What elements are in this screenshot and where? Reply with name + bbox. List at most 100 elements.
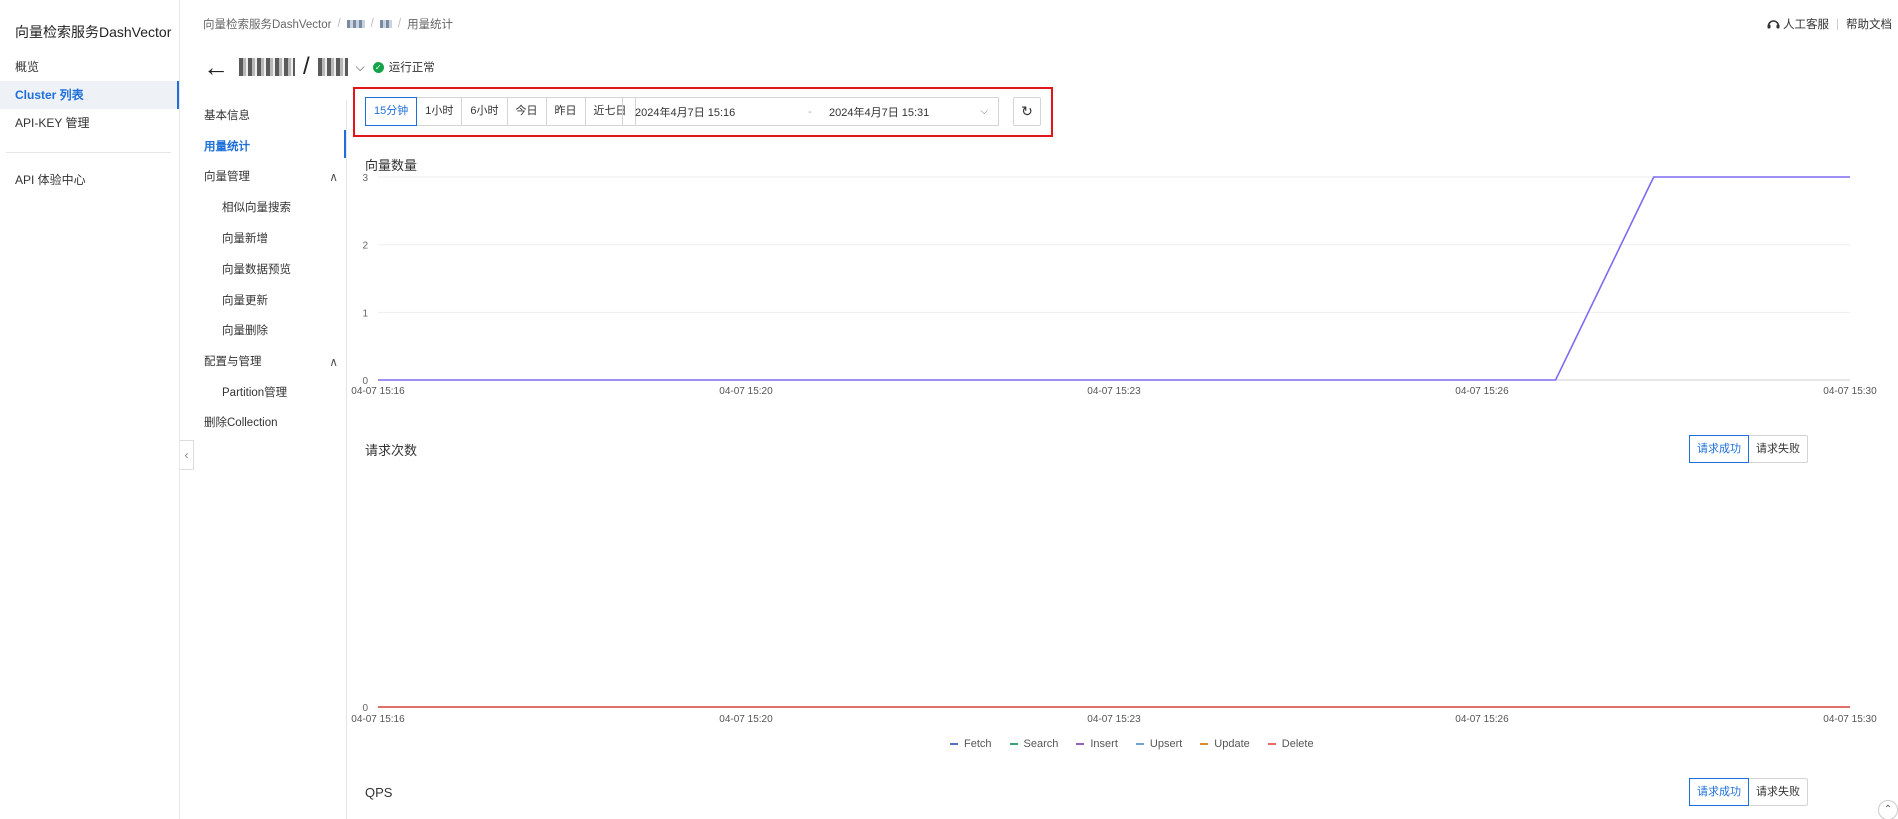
link-divider: [1837, 18, 1838, 30]
date-separator: -: [808, 105, 812, 118]
subnav-item-vector-insert[interactable]: 向量新增: [190, 226, 346, 252]
breadcrumb: 向量检索服务DashVector / / / 用量统计: [203, 16, 453, 32]
date-range-picker[interactable]: 2024年4月7日 15:16 - 2024年4月7日 15:31 ⌵: [622, 97, 999, 126]
breadcrumb-cluster-redacted[interactable]: [346, 20, 365, 28]
legend-swatch: [1135, 743, 1144, 745]
legend-item-fetch[interactable]: Fetch: [950, 738, 992, 750]
legend-item-upsert[interactable]: Upsert: [1135, 738, 1183, 750]
subnav-item-vector-update[interactable]: 向量更新: [190, 288, 346, 314]
subnav-group-vector-manage[interactable]: 向量管理 ∧: [190, 164, 346, 190]
time-range-selector: 15分钟 1小时 6小时 今日 昨日 近七日: [365, 97, 636, 126]
legend-swatch: [1076, 743, 1085, 745]
refresh-icon: ↻: [1021, 103, 1033, 119]
sidebar-divider: [6, 152, 171, 153]
chevron-down-icon: ⌵: [980, 106, 988, 117]
legend-label: Search: [1023, 738, 1059, 750]
help-docs-link[interactable]: 帮助文档: [1846, 16, 1892, 32]
breadcrumb-separator: /: [370, 18, 374, 30]
range-today-button[interactable]: 今日: [507, 98, 547, 125]
status-text: 运行正常: [388, 62, 435, 74]
sidebar-item-cluster-list[interactable]: Cluster 列表: [0, 81, 179, 109]
vector-count-chart: 012304-07 15:16 04-07 15:20 04-07 15:23 04-…: [351, 173, 1877, 397]
request-fail-button[interactable]: 请求失败: [1749, 436, 1807, 462]
chart-title-request-count: 请求次数: [365, 443, 418, 458]
x-tick-label: 04-07 15:16: [351, 386, 405, 397]
legend-swatch: [1200, 743, 1209, 745]
legend-label: Delete: [1281, 738, 1314, 750]
collection-name-redacted: [317, 58, 348, 76]
support-link[interactable]: 人工客服: [1767, 16, 1829, 32]
page-title-row: ← / ⌵ ✓ 运行正常: [203, 52, 435, 82]
brand-title: 向量检索服务DashVector: [15, 24, 172, 40]
range-15min-button[interactable]: 15分钟: [365, 97, 418, 126]
request-status-toggle: 请求成功 请求失败: [1689, 435, 1808, 463]
chevron-left-icon: ‹: [184, 448, 189, 462]
range-1h-button[interactable]: 1小时: [417, 98, 463, 125]
subnav-item-data-preview[interactable]: 向量数据预览: [190, 257, 346, 283]
breadcrumb-current: 用量统计: [407, 19, 454, 31]
app-window: 向量检索服务DashVector 概览 Cluster 列表 API-KEY 管…: [0, 0, 1898, 819]
x-tick-label: 04-07 15:16: [351, 714, 405, 725]
x-tick-label: 04-07 15:20: [719, 386, 773, 397]
x-tick-label: 04-07 15:20: [719, 714, 773, 725]
y-tick-label: 1: [362, 308, 368, 319]
sidebar: 向量检索服务DashVector 概览 Cluster 列表 API-KEY 管…: [0, 0, 180, 819]
collapse-sidebar-button[interactable]: ‹: [180, 440, 194, 470]
breadcrumb-separator: /: [337, 18, 341, 30]
legend-item-insert[interactable]: Insert: [1076, 738, 1118, 750]
legend-swatch: [950, 743, 958, 745]
request-count-chart: 004-07 15:16 04-07 15:20 04-07 15:23 04-07 …: [351, 703, 1877, 725]
request-chart-legend: Fetch Search Insert Upsert Update Delete: [950, 738, 1314, 750]
sidebar-item-api-key[interactable]: API-KEY 管理: [0, 109, 179, 137]
top-links: 人工客服 帮助文档: [1767, 16, 1892, 32]
subnav-group-label: 向量管理: [204, 171, 250, 183]
scroll-top-button[interactable]: ⌃: [1878, 800, 1898, 819]
qps-status-toggle: 请求成功 请求失败: [1689, 778, 1808, 806]
subnav-group-config[interactable]: 配置与管理 ∧: [190, 349, 346, 375]
x-tick-label: 04-07 15:23: [1087, 386, 1141, 397]
qps-success-button[interactable]: 请求成功: [1689, 778, 1749, 806]
title-separator: /: [303, 53, 310, 80]
end-date[interactable]: 2024年4月7日 15:31: [829, 104, 929, 120]
x-tick-label: 04-07 15:23: [1087, 714, 1141, 725]
chevron-up-icon: ⌃: [1883, 804, 1893, 815]
x-tick-label: 04-07 15:26: [1455, 714, 1509, 725]
qps-fail-button[interactable]: 请求失败: [1749, 779, 1807, 805]
legend-swatch: [1009, 743, 1018, 745]
range-yesterday-button[interactable]: 昨日: [546, 98, 586, 125]
legend-item-delete[interactable]: Delete: [1267, 738, 1314, 750]
subnav-item-vector-delete[interactable]: 向量删除: [190, 318, 346, 344]
subnav-item-partition[interactable]: Partition管理: [190, 380, 346, 406]
subnav-item-usage-stats[interactable]: 用量统计: [190, 134, 346, 160]
breadcrumb-collection-redacted[interactable]: [379, 20, 392, 28]
refresh-button[interactable]: ↻: [1013, 97, 1041, 126]
range-6h-button[interactable]: 6小时: [462, 98, 508, 125]
headset-icon: [1767, 20, 1780, 29]
subnav-item-basic-info[interactable]: 基本信息: [190, 103, 346, 129]
legend-label: Fetch: [964, 738, 992, 750]
back-arrow-icon[interactable]: ←: [203, 54, 229, 80]
legend-swatch: [1267, 743, 1276, 745]
chevron-up-icon: ∧: [329, 170, 338, 184]
subnav-group-label: 配置与管理: [204, 356, 262, 368]
request-success-button[interactable]: 请求成功: [1689, 435, 1749, 463]
chevron-up-icon: ∧: [329, 355, 338, 369]
sidebar-item-overview[interactable]: 概览: [0, 53, 179, 81]
chevron-down-icon[interactable]: ⌵: [356, 60, 365, 75]
legend-label: Update: [1214, 738, 1250, 750]
x-tick-label: 04-07 15:30: [1823, 386, 1877, 397]
sidebar-item-api-center[interactable]: API 体验中心: [0, 166, 179, 194]
legend-label: Insert: [1090, 738, 1118, 750]
legend-item-search[interactable]: Search: [1009, 738, 1059, 750]
subnav-item-similar-search[interactable]: 相似向量搜索: [190, 195, 346, 221]
x-tick-label: 04-07 15:30: [1823, 714, 1877, 725]
legend-label: Upsert: [1149, 738, 1183, 750]
subnav-item-delete-collection[interactable]: 删除Collection: [190, 410, 346, 436]
y-tick-label: 3: [362, 173, 368, 184]
start-date[interactable]: 2024年4月7日 15:16: [635, 104, 735, 120]
y-tick-label: 0: [362, 703, 368, 714]
breadcrumb-root[interactable]: 向量检索服务DashVector: [203, 16, 331, 32]
check-circle-icon: ✓: [372, 61, 384, 73]
x-tick-label: 04-07 15:26: [1455, 386, 1509, 397]
legend-item-update[interactable]: Update: [1200, 738, 1250, 750]
